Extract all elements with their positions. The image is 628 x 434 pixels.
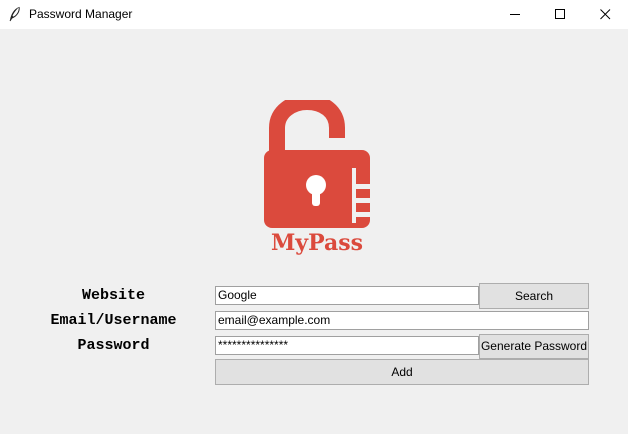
add-button[interactable]: Add [215, 359, 589, 385]
logo-text: MyPass [271, 230, 363, 256]
mypass-logo: MyPass [259, 93, 379, 260]
search-button[interactable]: Search [479, 283, 589, 309]
padlock-icon: MyPass [264, 93, 372, 256]
feather-icon [8, 6, 22, 22]
window-title: Password Manager [29, 7, 133, 21]
close-icon [600, 9, 611, 20]
email-input[interactable]: email@example.com [215, 311, 589, 330]
close-button[interactable] [582, 0, 628, 29]
website-label: Website [81, 287, 145, 304]
maximize-icon [555, 9, 565, 19]
website-input[interactable]: Google [215, 286, 479, 305]
app-window: Password Manager MyPass Website Google S… [0, 0, 628, 434]
email-label: Email/Username [50, 312, 177, 329]
minimize-icon [510, 14, 520, 15]
password-label: Password [77, 337, 150, 354]
title-bar: Password Manager [0, 0, 628, 29]
generate-password-button[interactable]: Generate Password [479, 334, 589, 359]
maximize-button[interactable] [537, 0, 583, 29]
password-input[interactable]: *************** [215, 336, 479, 355]
minimize-button[interactable] [492, 0, 538, 29]
